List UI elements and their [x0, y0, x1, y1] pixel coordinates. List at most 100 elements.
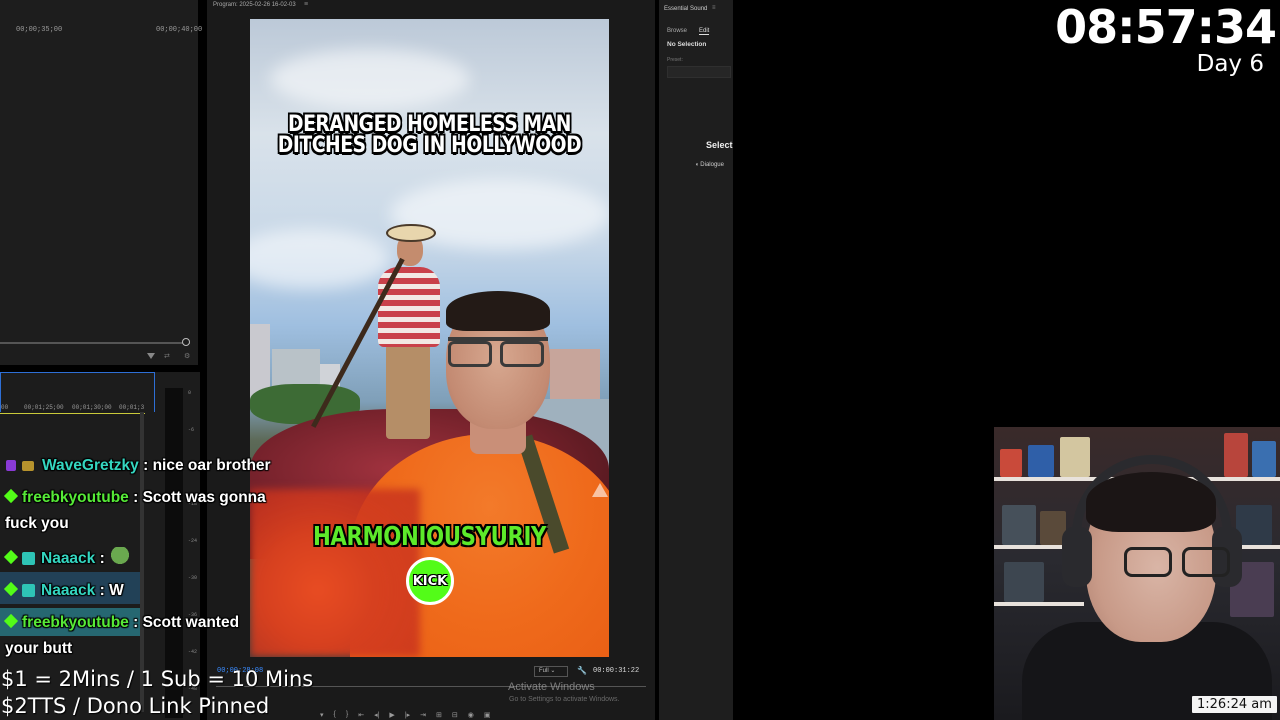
tab-browse[interactable]: Browse	[667, 28, 687, 34]
chat-text: nice oar brother	[152, 457, 271, 474]
essential-sound-title[interactable]: Essential Sound	[664, 6, 707, 12]
meter-tick: -30	[188, 575, 198, 581]
streamer-glasses	[1124, 547, 1234, 581]
meter-tick: -42	[188, 649, 198, 655]
video-caption: DERANGED HOMELESS MAN DITCHES DOG IN HOL…	[277, 112, 582, 158]
chevron-down-icon: ⌄	[550, 668, 556, 674]
gondolier-shirt	[378, 267, 440, 347]
kick-badge-icon	[3, 549, 19, 565]
gondolier-legs	[386, 344, 430, 439]
collectible	[1004, 562, 1044, 602]
chat-message-continuation: fuck you	[5, 515, 69, 532]
insert-icon[interactable]: ⊞	[436, 711, 442, 720]
source-ruler-left: 00;00;35;00	[16, 26, 63, 34]
panel-menu-icon[interactable]: ≡	[304, 1, 308, 8]
source-ruler-right: 00;00;40;00	[156, 26, 203, 34]
chat-message-continuation: your butt	[5, 640, 73, 657]
chat-message: freebkyoutube : Scott wanted	[0, 613, 240, 632]
filter-icon[interactable]	[147, 353, 155, 359]
chat-username: Naaack	[41, 550, 96, 567]
mark-out-icon[interactable]: }	[346, 711, 348, 720]
shelf	[994, 602, 1084, 606]
step-forward-icon[interactable]: |▸	[405, 711, 410, 720]
add-marker-icon[interactable]: ▾	[320, 711, 324, 720]
caption-line: DERANGED HOMELESS MAN	[287, 112, 571, 137]
transport-controls: ▾ { } ⇤ ◂| ▶ |▸ ⇥ ⊞ ⊟ ◉ ▣	[320, 711, 650, 720]
collectible	[1000, 449, 1022, 477]
foreground-blur	[250, 489, 420, 657]
mark-in-icon[interactable]: {	[334, 711, 336, 720]
settings-icon[interactable]: ⇄	[164, 352, 170, 360]
preset-dropdown[interactable]	[667, 66, 731, 78]
meter-tick: -6	[188, 427, 195, 433]
kick-badge-icon	[3, 581, 19, 597]
streamer-username: HARMONIOUSYURIY	[312, 522, 547, 552]
dialogue-button[interactable]: ◖ Dialogue	[695, 162, 724, 168]
donation-rate-text: $1 = 2Mins / 1 Sub = 10 Mins	[1, 667, 314, 691]
man-glasses	[448, 337, 548, 367]
chat-username: freebkyoutube	[22, 489, 129, 506]
collectible	[1060, 437, 1090, 477]
gondolier-hat	[386, 224, 436, 242]
pepe-emote-icon	[109, 547, 132, 567]
preset-label: Preset:	[667, 57, 683, 63]
step-back-icon[interactable]: ◂|	[374, 711, 379, 720]
cloud	[270, 49, 470, 109]
program-monitor-title[interactable]: Program: 2025-02-26 16-02-03	[213, 2, 296, 8]
streamer-hair	[1086, 472, 1216, 532]
kick-logo-label: KICK	[412, 573, 448, 589]
tab-edit[interactable]: Edit	[699, 28, 710, 35]
chat-text: Scott was gonna	[142, 489, 266, 506]
timeline-ruler[interactable]: 00 00;01;25;00 00;01;30;00 00;01;3	[0, 402, 145, 414]
go-to-in-icon[interactable]: ⇤	[358, 711, 364, 720]
chat-message: Naaack : W	[0, 581, 124, 600]
meter-tick: -24	[188, 538, 198, 544]
webcam-feed	[994, 427, 1280, 720]
kick-badge-icon	[3, 488, 19, 504]
building	[550, 349, 600, 399]
stream-clock: 08:57:34	[1055, 0, 1277, 54]
select-prompt: Select	[706, 140, 733, 150]
go-to-out-icon[interactable]: ⇥	[420, 711, 426, 720]
activate-windows-title: Activate Windows	[508, 681, 595, 693]
tts-info-text: $2TTS / Dono Link Pinned	[1, 694, 270, 718]
chat-text: W	[109, 582, 124, 599]
caption-line: DITCHES DOG IN HOLLYWOOD	[277, 133, 582, 158]
essential-sound-panel: Essential Sound ≡ Browse Edit No Selecti…	[659, 0, 733, 720]
timeline-ruler-label: 00;01;30;00	[72, 404, 112, 411]
export-frame-icon[interactable]: ◉	[468, 711, 474, 720]
chat-message: freebkyoutube : Scott was gonna	[0, 488, 266, 507]
collectible	[1224, 433, 1248, 477]
play-icon[interactable]: ▶	[389, 711, 394, 720]
kick-logo: KICK	[406, 557, 454, 605]
chat-text: Scott wanted	[142, 614, 240, 631]
speech-icon: ◖	[695, 162, 699, 168]
timeline-ruler-label: 00	[1, 404, 9, 411]
moderator-badge-icon	[22, 552, 35, 565]
chat-message: WaveGretzky : nice oar brother	[0, 457, 271, 475]
chat-username: Naaack	[41, 582, 96, 599]
gift-badge-icon	[22, 461, 34, 471]
duration-timecode: 00:00:31:22	[593, 667, 640, 675]
wrench-icon[interactable]: ⚙	[184, 352, 190, 360]
activate-windows-subtitle: Go to Settings to activate Windows.	[509, 696, 620, 703]
overwrite-icon[interactable]: ⊟	[452, 711, 458, 720]
source-scrub-bar[interactable]	[0, 342, 190, 344]
panel-menu-icon[interactable]: ≡	[712, 5, 716, 11]
meter-tick: 0	[188, 390, 192, 396]
collectible	[1252, 441, 1276, 477]
man-hair	[446, 291, 550, 331]
timeline-ruler-label: 00;01;25;00	[24, 404, 64, 411]
warning-triangle-icon	[592, 483, 608, 497]
source-scrub-handle[interactable]	[182, 338, 190, 346]
wrench-icon[interactable]: 🔧	[577, 666, 587, 675]
subscriber-badge-icon	[6, 460, 16, 471]
kick-badge-icon	[3, 613, 19, 629]
system-clock: 1:26:24 am	[1192, 696, 1277, 713]
chat-message: Naaack :	[0, 547, 132, 568]
comparison-icon[interactable]: ▣	[484, 711, 491, 720]
chat-username: WaveGretzky	[42, 457, 139, 474]
source-monitor-panel: 00;00;35;00 00;00;40;00 ⇄ ⚙	[0, 0, 202, 365]
resolution-select[interactable]: Full ⌄	[534, 666, 568, 677]
chat-username: freebkyoutube	[22, 614, 129, 631]
